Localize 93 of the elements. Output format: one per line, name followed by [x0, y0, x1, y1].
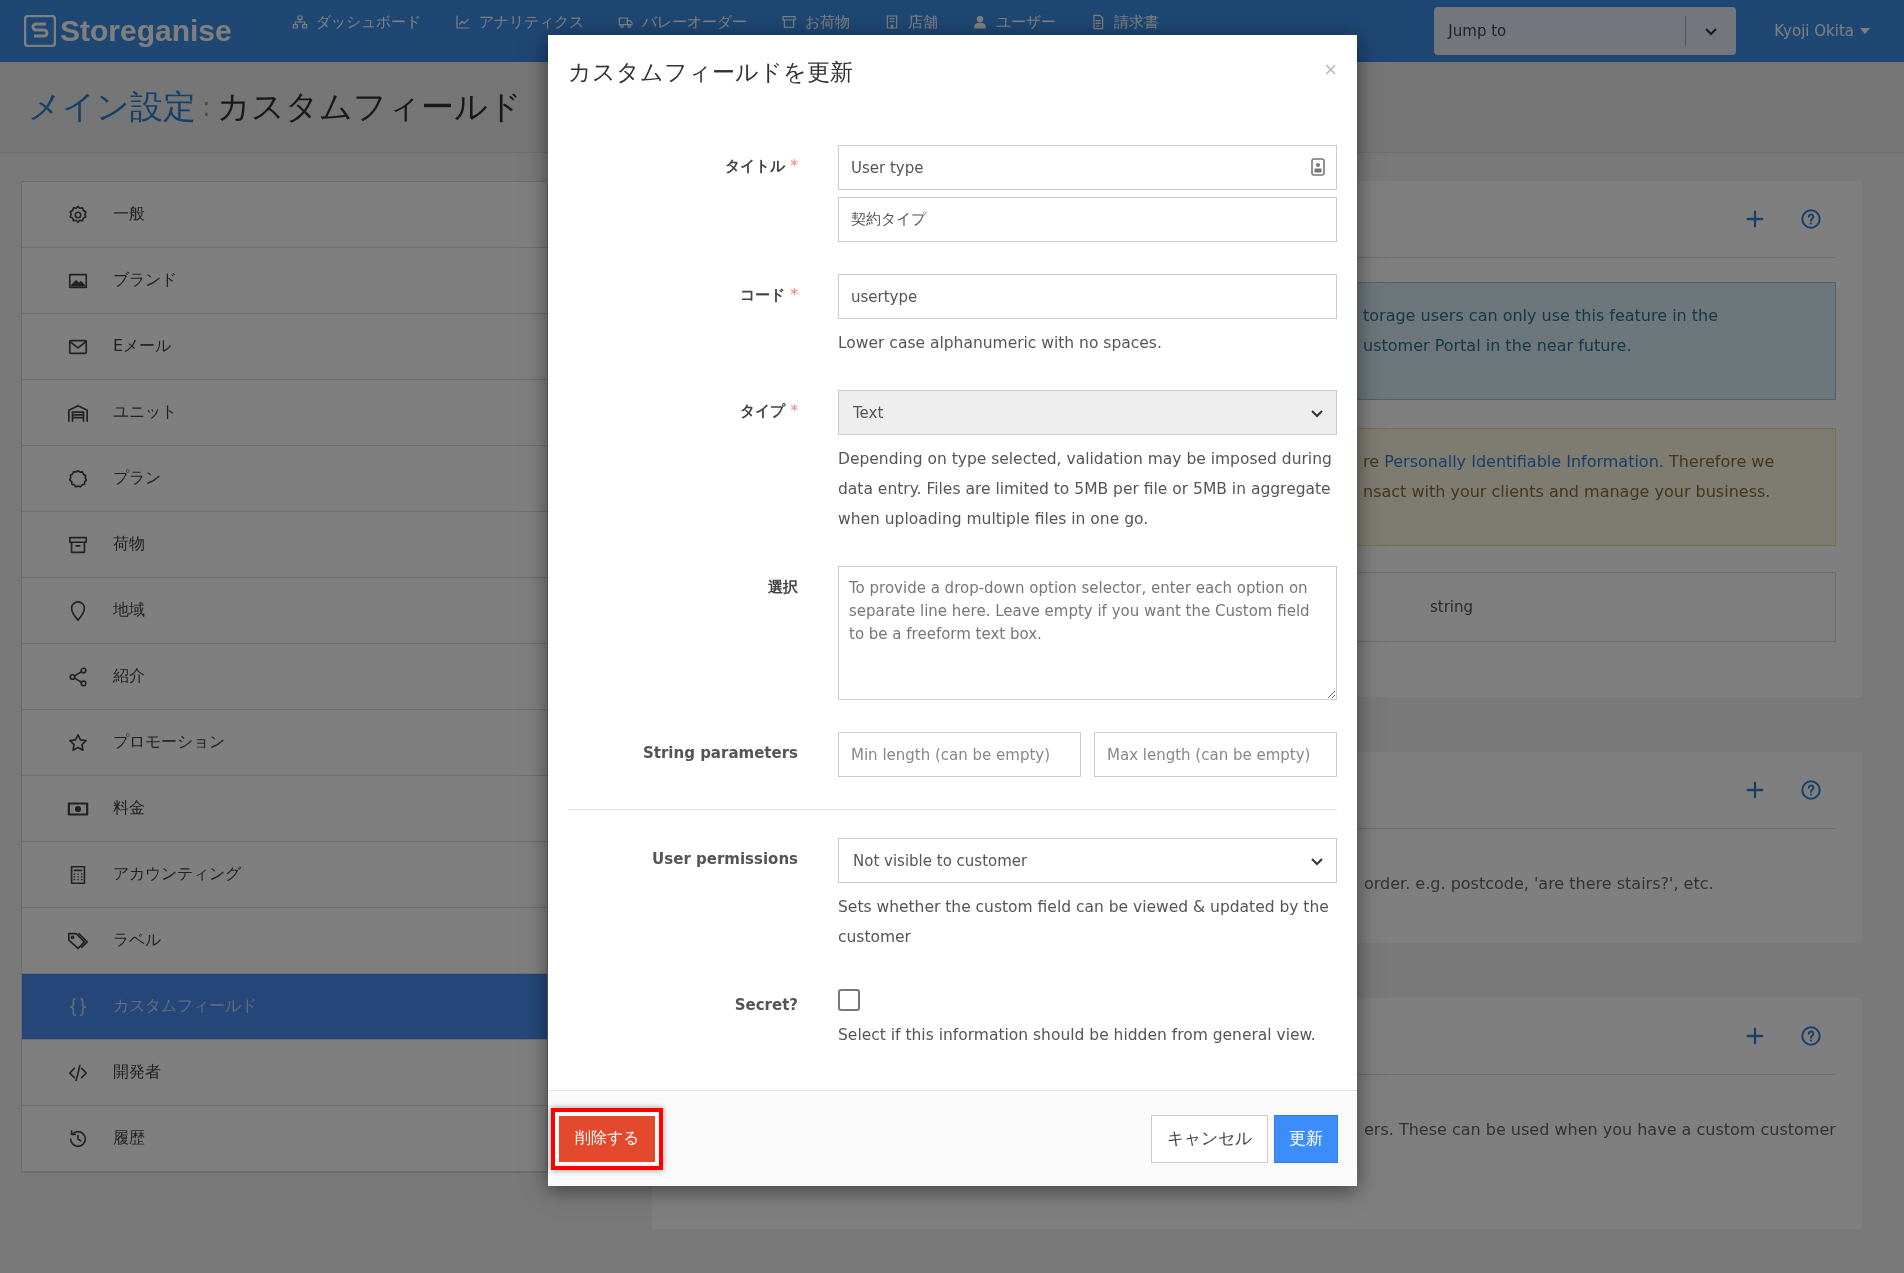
- sidebar-label: カスタムフィールド: [113, 996, 257, 1017]
- sidebar-item[interactable]: 一般: [22, 182, 547, 248]
- modal-title: カスタムフィールドを更新: [568, 58, 853, 87]
- field-label: Secret?: [733, 995, 798, 1016]
- info-text: torage users can only use this feature in the: [1363, 305, 1720, 327]
- sidebar-item[interactable]: プロモーション: [22, 710, 547, 776]
- delete-button[interactable]: 削除する: [559, 1115, 655, 1162]
- nav-link[interactable]: ダッシュボード: [291, 13, 421, 31]
- sidebar-label: 地域: [113, 600, 145, 621]
- field-label: 選択: [767, 577, 798, 598]
- sidebar-label: プラン: [113, 468, 161, 489]
- sidebar-label: Eメール: [113, 336, 172, 357]
- translation-field[interactable]: 契約タイプ: [838, 197, 1337, 242]
- field-label: タイプ: [739, 402, 785, 420]
- sidebar-label: ユニット: [113, 402, 177, 423]
- field-label: User permissions: [651, 849, 798, 870]
- pii-link[interactable]: Personally Identifiable Information: [1384, 452, 1659, 471]
- caret-icon: [1860, 28, 1870, 34]
- field-label: タイトル: [724, 157, 785, 175]
- sidebar-label: ブランド: [113, 270, 177, 291]
- help-icon: [1799, 1025, 1822, 1047]
- nav-link[interactable]: お荷物: [780, 13, 850, 31]
- badge-icon: [67, 467, 89, 490]
- sitemap-icon: [291, 14, 308, 30]
- star-icon: [67, 731, 89, 754]
- min-length-field[interactable]: Min length (can be empty): [838, 732, 1081, 777]
- max-length-field[interactable]: Max length (can be empty): [1094, 732, 1337, 777]
- chart-icon: [454, 14, 471, 30]
- sidebar-label: 紹介: [113, 666, 145, 687]
- jump-to-select[interactable]: Jump to: [1434, 7, 1737, 55]
- nav-link[interactable]: ユーザー: [971, 13, 1056, 31]
- help-icon: [1799, 208, 1822, 230]
- share-icon: [67, 665, 89, 688]
- sidebar-label: 荷物: [113, 534, 145, 555]
- sidebar-label: プロモーション: [113, 732, 225, 753]
- nav-link[interactable]: アナリティクス: [454, 13, 584, 31]
- user-menu[interactable]: Kyoji Okita: [1774, 22, 1870, 40]
- page-title: カスタムフィールド: [216, 85, 522, 128]
- gear-icon: [67, 203, 89, 226]
- sidebar-item[interactable]: 紹介: [22, 644, 547, 710]
- help-text: Depending on type selected, validation may be imposed during data entry. Files are limited to 5MB per file or 5MB in aggregate when uploading multiple files in one go.: [838, 449, 1333, 530]
- nav-link[interactable]: 請求書: [1089, 13, 1159, 31]
- id-card-icon: [1311, 158, 1325, 176]
- sidebar-item[interactable]: ユニット: [22, 380, 547, 446]
- sidebar-label: 料金: [113, 798, 145, 819]
- help-icon: [1799, 779, 1822, 801]
- title-field[interactable]: User type: [838, 145, 1337, 190]
- code-field[interactable]: usertype: [838, 274, 1337, 319]
- logo-icon: [24, 15, 56, 47]
- required-mark: *: [790, 402, 798, 420]
- help-text: Select if this information should be hidden from general view.: [838, 1025, 1317, 1046]
- archive-icon: [780, 14, 797, 30]
- required-mark: *: [790, 286, 798, 304]
- secret-checkbox[interactable]: [838, 989, 860, 1011]
- permissions-select[interactable]: Not visible to customer: [838, 838, 1337, 883]
- card-description: order. e.g. postcode, 'are there stairs?', etc.: [1364, 874, 1714, 893]
- sidebar-label: 一般: [113, 204, 145, 225]
- info-text: ustomer Portal in the near future.: [1363, 335, 1633, 357]
- warning-text: re Personally Identifiable Information. Therefore we: [1363, 451, 1776, 473]
- breadcrumb-link[interactable]: メイン設定: [28, 84, 196, 130]
- warning-text: nsact with your clients and manage your business.: [1363, 481, 1772, 503]
- update-button[interactable]: 更新: [1274, 1114, 1338, 1163]
- history-icon: [67, 1127, 89, 1150]
- sidebar-item[interactable]: ブランド: [22, 248, 547, 314]
- table-cell: string: [1430, 598, 1474, 616]
- sidebar-label: アカウンティング: [113, 864, 241, 885]
- sidebar-item[interactable]: アカウンティング: [22, 842, 547, 908]
- sidebar-item[interactable]: 開発者: [22, 1040, 547, 1106]
- card-description: ers. These can be used when you have a custom customer: [1364, 1120, 1836, 1139]
- nav-link[interactable]: 店舗: [883, 13, 938, 31]
- cancel-button[interactable]: キャンセル: [1151, 1114, 1268, 1163]
- logo-text: Storeganise: [60, 14, 232, 48]
- sidebar-item[interactable]: 荷物: [22, 512, 547, 578]
- options-textarea[interactable]: To provide a drop-down option selector, enter each option on separate line here. Leave empty if you want the Custom field to be a freeform text box.: [838, 566, 1337, 700]
- sidebar-label: ラベル: [113, 930, 161, 951]
- sidebar-item[interactable]: 履歴: [22, 1106, 547, 1172]
- sidebar-label: 開発者: [113, 1062, 161, 1083]
- breadcrumb-separator: :: [202, 92, 211, 122]
- logo[interactable]: Storeganise: [24, 14, 232, 48]
- field-label: String parameters: [642, 743, 798, 764]
- sidebar-label: 履歴: [113, 1128, 145, 1149]
- help-text: Lower case alphanumeric with no spaces.: [838, 333, 1163, 354]
- sidebar-item[interactable]: Eメール: [22, 314, 547, 380]
- sidebar-item[interactable]: プラン: [22, 446, 547, 512]
- truck-icon: [617, 14, 634, 30]
- sidebar-item[interactable]: 料金: [22, 776, 547, 842]
- nav-link[interactable]: バレーオーダー: [617, 13, 747, 31]
- user-icon: [971, 14, 988, 30]
- braces-icon: [67, 995, 89, 1018]
- help-text: Sets whether the custom field can be viewed & updated by the customer: [838, 897, 1330, 948]
- required-mark: *: [790, 157, 798, 175]
- field-label: コード: [739, 286, 785, 304]
- sidebar-item[interactable]: 地域: [22, 578, 547, 644]
